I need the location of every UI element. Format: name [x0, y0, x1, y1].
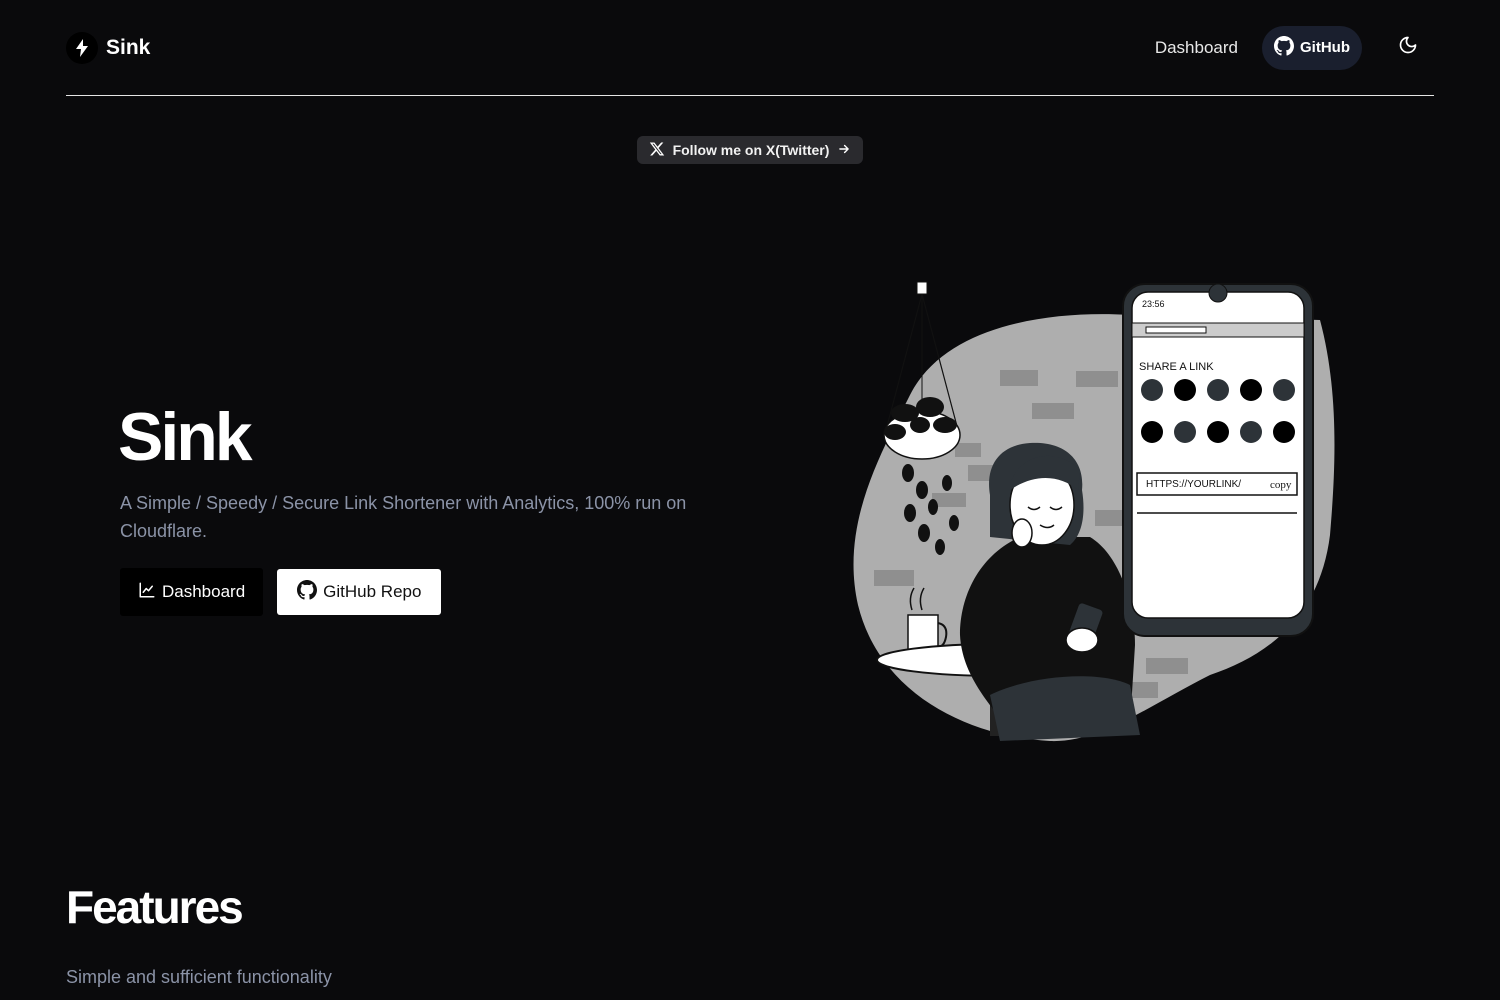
- theme-toggle-button[interactable]: [1388, 28, 1428, 68]
- share-heading: SHARE A LINK: [1139, 361, 1214, 373]
- github-icon: [297, 579, 318, 605]
- hero-github-repo-label: GitHub Repo: [323, 582, 422, 601]
- bolt-icon: [66, 31, 98, 64]
- github-icon: [1274, 35, 1294, 60]
- hero-github-repo-button[interactable]: GitHub Repo: [277, 569, 442, 615]
- arrow-right-icon: [837, 142, 851, 159]
- phone-time: 23:56: [1142, 299, 1165, 309]
- hero-illustration: 23:56 SHARE A LINK HTTPS://YOURLINK/ cop…: [853, 281, 1335, 742]
- moon-icon: [1398, 35, 1418, 60]
- copy-label: copy: [1270, 479, 1292, 491]
- features-subtitle: Simple and sufficient functionality: [66, 967, 332, 987]
- nav-github-label: GitHub: [1300, 39, 1350, 56]
- brand-name: Sink: [106, 35, 151, 59]
- nav-dashboard-link[interactable]: Dashboard: [1155, 38, 1238, 58]
- hero-title: Sink: [118, 399, 253, 475]
- hero-dashboard-button[interactable]: Dashboard: [120, 568, 264, 616]
- link-text: HTTPS://YOURLINK/: [1146, 479, 1241, 490]
- top-nav: Dashboard GitHub: [1155, 25, 1434, 70]
- brand-link[interactable]: Sink: [66, 31, 151, 64]
- hero-dashboard-label: Dashboard: [162, 582, 246, 601]
- features-title: Features: [66, 881, 244, 933]
- hero-actions: Dashboard GitHub Repo: [120, 568, 442, 616]
- follow-x-badge[interactable]: Follow me on X(Twitter): [637, 136, 863, 164]
- hero-subtitle: A Simple / Speedy / Secure Link Shortene…: [120, 493, 687, 541]
- site-header: Sink Dashboard GitHub: [66, 0, 1434, 96]
- nav-github-button[interactable]: GitHub: [1262, 25, 1362, 70]
- chart-icon: [138, 581, 156, 604]
- x-logo-icon: [649, 141, 665, 160]
- follow-x-label: Follow me on X(Twitter): [672, 142, 830, 158]
- phone-mockup: 23:56 SHARE A LINK HTTPS://YOURLINK/ cop…: [1122, 283, 1314, 637]
